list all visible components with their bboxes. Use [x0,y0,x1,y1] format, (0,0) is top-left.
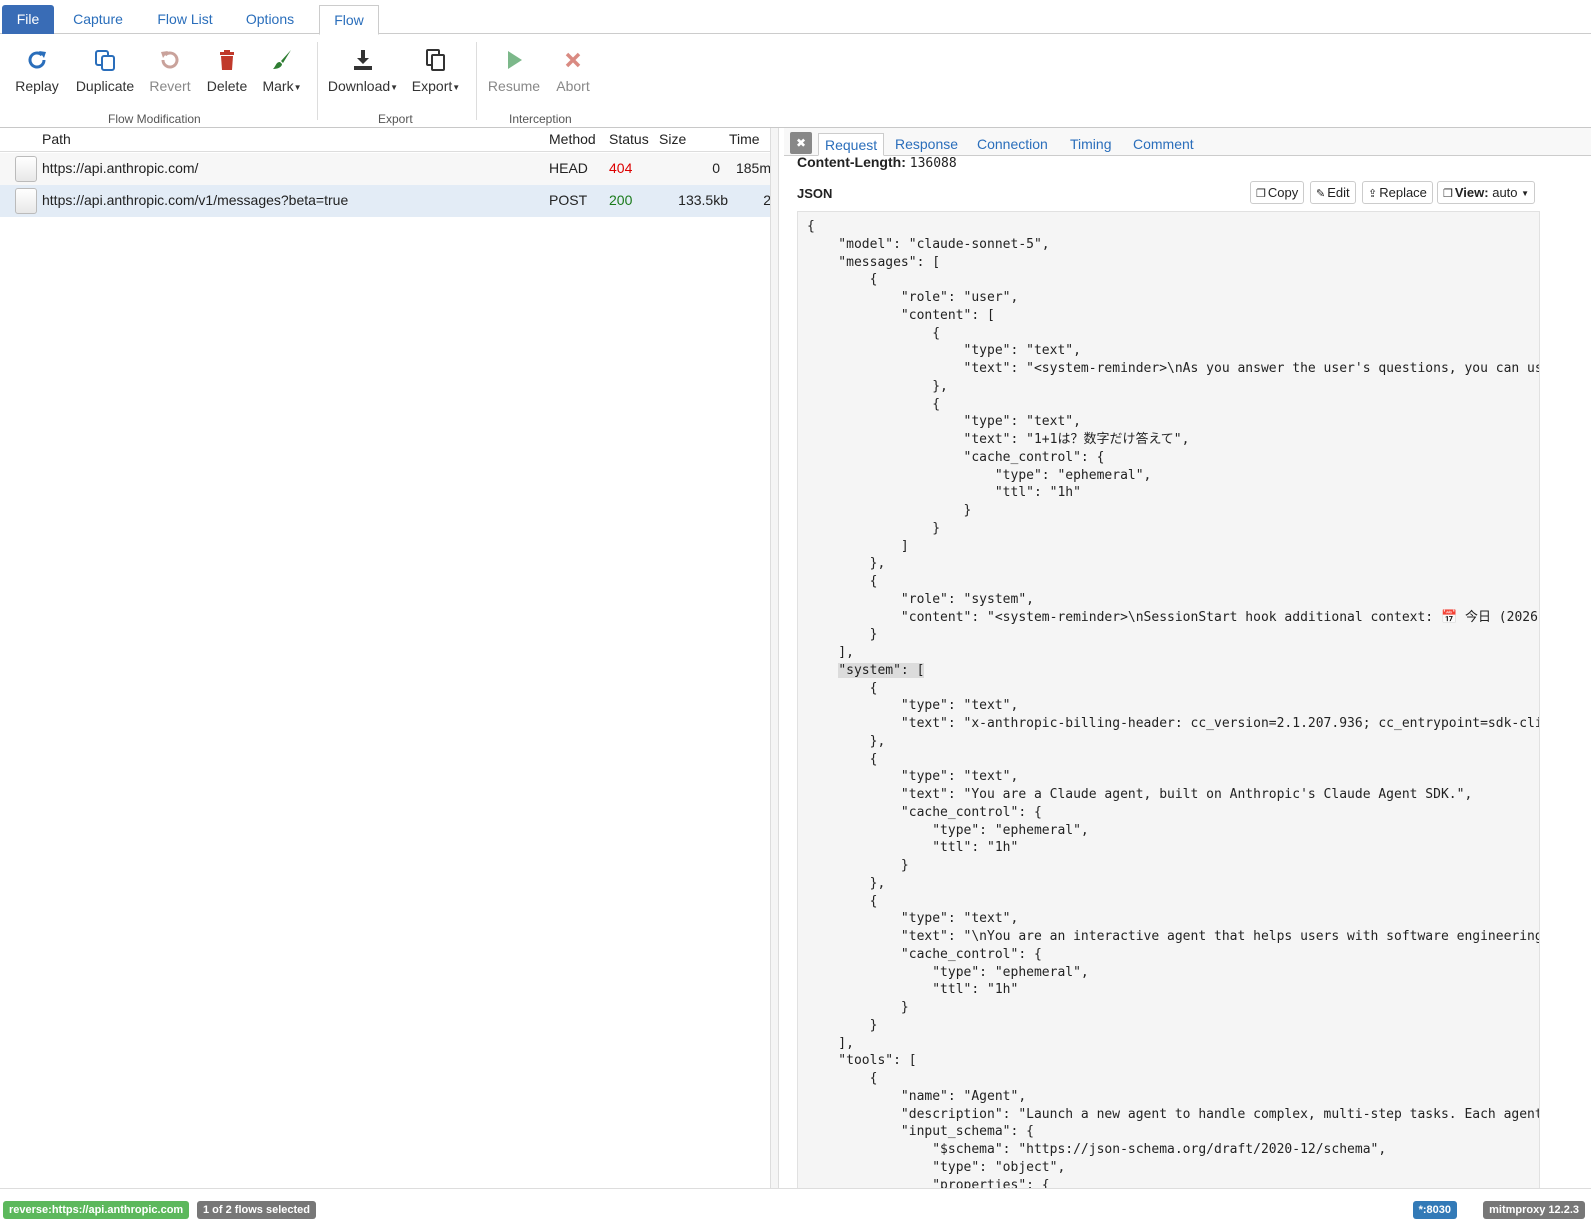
trash-icon [203,48,251,74]
tab-flow-list[interactable]: Flow List [144,5,226,34]
ribbon-divider [476,42,477,120]
tab-file[interactable]: File [2,5,54,34]
tab-flow[interactable]: Flow [319,5,379,35]
version-badge: mitmproxy 12.2.3 [1483,1201,1585,1219]
flow-list-header: Path Method Status Size Time [0,128,778,152]
replace-button[interactable]: ⇪ Replace [1362,181,1433,204]
column-header-status[interactable]: Status [609,131,649,147]
copy-icon [411,48,461,74]
edit-button[interactable]: ✎ Edit [1310,181,1356,204]
header-name: Content-Length: [797,154,906,170]
revert-label: Revert [149,78,191,94]
replay-button[interactable]: Replay [14,48,60,94]
json-content-viewer[interactable]: { "model": "claude-sonnet-5", "messages"… [797,211,1540,1188]
play-icon [486,48,542,74]
column-header-path[interactable]: Path [42,131,71,147]
caret-down-icon: ▼ [1521,189,1530,199]
x-icon [552,48,594,74]
flow-path: https://api.anthropic.com/v1/messages?be… [42,192,349,208]
port-badge: *:8030 [1412,1201,1457,1219]
tab-capture[interactable]: Capture [60,5,136,34]
tab-request[interactable]: Request [818,133,885,156]
resume-button[interactable]: Resume [486,48,542,94]
content-type-label: JSON [797,186,833,201]
duplicate-icon [72,48,138,74]
selection-badge: 1 of 2 flows selected [197,1201,316,1219]
ribbon-toolbar: Replay Duplicate Revert Delete Mark▼ Dow… [0,34,1591,128]
download-icon [327,48,399,74]
delete-button[interactable]: Delete [203,48,251,94]
view-mode-dropdown[interactable]: ❐ View: auto ▼ [1437,181,1536,204]
detail-tabs: ✖ Request Response Connection Timing Com… [784,128,1591,156]
ribbon-divider [317,42,318,120]
group-label-interception: Interception [509,112,572,126]
column-header-time[interactable]: Time [729,131,760,147]
delete-label: Delete [206,78,248,94]
tab-options[interactable]: Options [234,5,306,34]
mark-button[interactable]: Mark▼ [260,48,304,94]
flow-path: https://api.anthropic.com/ [42,160,199,176]
export-label: Export▼ [411,78,461,94]
flow-list: Path Method Status Size Time https://api… [0,128,778,1188]
abort-label: Abort [556,78,590,94]
flow-row[interactable]: https://api.anthropic.com/ HEAD 404 0 18… [0,153,778,185]
copy-icon: ❐ [1443,188,1453,200]
copy-button[interactable]: ❐ Copy [1250,181,1305,204]
resume-label: Resume [487,78,541,94]
group-label-flow-modification: Flow Modification [108,112,201,126]
selected-text-highlight: "system": [ [838,662,925,678]
caret-down-icon: ▼ [293,82,302,92]
flow-size: 133.5kb [678,192,728,208]
flow-size: 0 [712,160,720,176]
main-menu-tabs: File Capture Flow List Options Flow [0,0,1591,35]
mode-badge: reverse:https://api.anthropic.com [3,1201,190,1219]
tab-response[interactable]: Response [889,133,964,156]
group-label-export: Export [378,112,413,126]
pane-splitter[interactable] [770,128,779,1188]
paintbrush-icon [260,48,304,74]
column-header-method[interactable]: Method [549,131,596,147]
header-value: 136088 [909,156,957,171]
duplicate-label: Duplicate [75,78,135,94]
flow-type-icon [15,188,37,214]
content-length-header: Content-Length: 136088 [797,154,957,171]
json-code: { "model": "claude-sonnet-5", "messages"… [807,219,1540,1188]
download-button[interactable]: Download▼ [327,48,399,94]
flow-type-icon [15,156,37,182]
close-icon[interactable]: ✖ [790,132,812,154]
duplicate-button[interactable]: Duplicate [72,48,138,94]
replay-label: Replay [15,78,59,94]
download-label: Download▼ [327,78,399,94]
abort-button[interactable]: Abort [552,48,594,94]
caret-down-icon: ▼ [390,82,399,92]
upload-icon: ⇪ [1368,188,1378,200]
revert-button[interactable]: Revert [146,48,194,94]
revert-icon [146,48,194,74]
flow-detail-pane: ✖ Request Response Connection Timing Com… [784,128,1591,1188]
caret-down-icon: ▼ [452,82,461,92]
column-header-size[interactable]: Size [659,131,686,147]
flow-method: POST [549,192,588,208]
copy-icon: ❐ [1256,188,1266,200]
edit-icon: ✎ [1316,188,1326,200]
flow-method: HEAD [549,160,588,176]
status-bar: reverse:https://api.anthropic.com 1 of 2… [0,1188,1591,1230]
export-button[interactable]: Export▼ [411,48,461,94]
tab-timing[interactable]: Timing [1064,133,1118,156]
replay-icon [14,48,60,74]
tab-connection[interactable]: Connection [971,133,1054,156]
tab-comment[interactable]: Comment [1127,133,1200,156]
flow-status: 404 [609,160,633,176]
flow-row-selected[interactable]: https://api.anthropic.com/v1/messages?be… [0,185,778,217]
mark-label: Mark▼ [262,78,302,94]
flow-status: 200 [609,192,633,208]
